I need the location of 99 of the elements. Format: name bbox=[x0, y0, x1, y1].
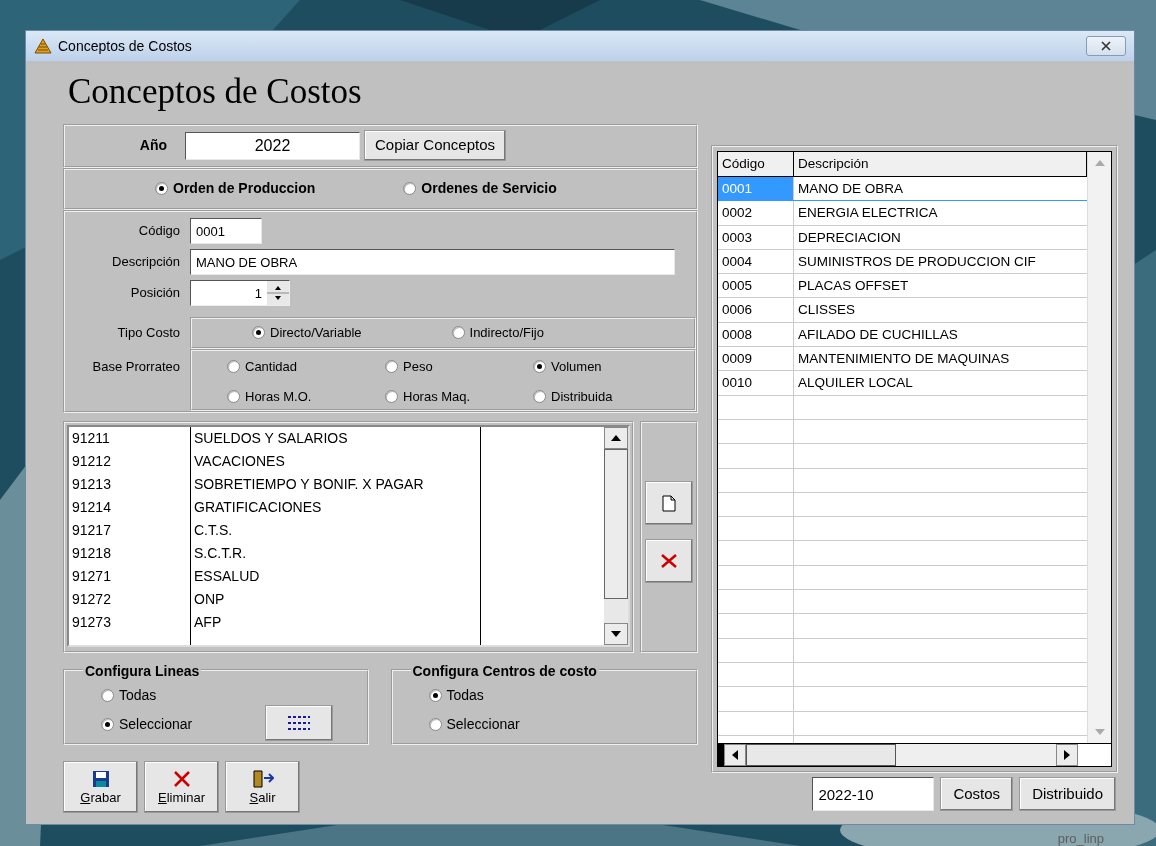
account-code: 91271 bbox=[71, 566, 112, 586]
right-arrow-icon bbox=[1064, 750, 1070, 760]
account-code: 91272 bbox=[71, 589, 112, 609]
radio-label[interactable]: Distribuida bbox=[551, 386, 613, 407]
table-row[interactable]: 0003 DEPRECIACION bbox=[718, 225, 1087, 250]
field-label: Posición bbox=[129, 284, 181, 303]
radio-button[interactable] bbox=[385, 390, 398, 403]
period-field[interactable]: 2022-10 bbox=[812, 777, 935, 811]
table-row[interactable]: 0008 AFILADO DE CUCHILLAS bbox=[718, 322, 1087, 348]
radio-button[interactable] bbox=[252, 326, 265, 339]
radio-button[interactable] bbox=[155, 182, 168, 195]
window-title: Conceptos de Costos bbox=[58, 36, 192, 56]
year-field[interactable]: 2022 bbox=[185, 131, 360, 160]
table-row[interactable]: 0004 SUMINISTROS DE PRODUCCION CIF bbox=[718, 249, 1087, 275]
table-row[interactable]: 0002 ENERGIA ELECTRICA bbox=[718, 201, 1087, 226]
account-name: ESSALUD bbox=[193, 566, 261, 586]
account-code: 91212 bbox=[71, 451, 112, 471]
account-code: 91211 bbox=[71, 428, 111, 448]
delete-icon bbox=[660, 553, 678, 570]
radio-button[interactable] bbox=[403, 182, 417, 195]
action-button[interactable]: Eliminar bbox=[144, 760, 219, 813]
radio-label[interactable]: Volumen bbox=[551, 356, 602, 377]
close-icon bbox=[1101, 41, 1111, 51]
account-name: SOBRETIEMPO Y BONIF. X PAGAR bbox=[193, 474, 425, 494]
action-button[interactable]: Distribuido bbox=[1019, 777, 1116, 811]
scroll-up-button[interactable] bbox=[604, 426, 628, 449]
radio-label[interactable]: Todas bbox=[446, 684, 484, 706]
document-icon bbox=[662, 494, 676, 512]
account-name: ONP bbox=[193, 589, 226, 609]
radio-button[interactable] bbox=[227, 390, 240, 403]
delete-line-button[interactable] bbox=[645, 538, 693, 583]
scroll-down-button[interactable] bbox=[604, 622, 628, 645]
table-row[interactable]: 0005 PLACAS OFFSET bbox=[718, 274, 1087, 299]
table-row[interactable]: 0006 CLISSES bbox=[718, 298, 1087, 323]
scroll-left-button[interactable] bbox=[724, 744, 746, 766]
radio-button[interactable] bbox=[451, 326, 465, 339]
action-button[interactable]: Grabar bbox=[63, 760, 138, 813]
year-label: Año bbox=[138, 136, 168, 155]
radio-button[interactable] bbox=[227, 360, 240, 373]
form-heading: Conceptos de Costos bbox=[68, 73, 363, 112]
radio-button[interactable] bbox=[385, 360, 398, 373]
radio-label[interactable]: Orden de Produccion bbox=[173, 178, 316, 199]
radio-button[interactable] bbox=[533, 360, 546, 373]
account-name: GRATIFICACIONES bbox=[193, 497, 323, 517]
scrollbar-thumb[interactable] bbox=[604, 448, 628, 599]
field-label: Base Prorrateo bbox=[91, 357, 181, 376]
account-code: 91214 bbox=[71, 497, 112, 517]
list-icon bbox=[287, 714, 311, 733]
field-label: Tipo Costo bbox=[116, 323, 181, 342]
account-code: 91273 bbox=[71, 612, 112, 632]
radio-label[interactable]: Ordenes de Servicio bbox=[421, 178, 557, 199]
spinner-arrows-icon bbox=[267, 281, 289, 305]
radio-label[interactable]: Seleccionar bbox=[446, 713, 520, 735]
radio-button[interactable] bbox=[428, 717, 442, 731]
account-name: VACACIONES bbox=[193, 451, 286, 471]
up-arrow-icon bbox=[1094, 160, 1105, 166]
radio-button[interactable] bbox=[101, 688, 114, 702]
table-row[interactable]: 0001 MANO DE OBRA bbox=[718, 177, 1087, 202]
radio-label[interactable]: Directo/Variable bbox=[270, 322, 362, 343]
radio-label[interactable]: Horas M.O. bbox=[245, 386, 312, 407]
account-code: 91218 bbox=[71, 543, 112, 563]
form-code-label: pro_linp bbox=[1057, 831, 1104, 846]
radio-button[interactable] bbox=[533, 390, 546, 403]
account-name: S.C.T.R. bbox=[193, 543, 248, 563]
radio-label[interactable]: Peso bbox=[403, 356, 433, 377]
radio-button[interactable] bbox=[101, 717, 114, 731]
copy-button[interactable]: Copiar Conceptos bbox=[364, 130, 507, 161]
up-arrow-icon bbox=[611, 434, 621, 441]
radio-label[interactable]: Seleccionar bbox=[119, 713, 193, 735]
action-button[interactable]: Costos bbox=[940, 777, 1014, 811]
new-button[interactable] bbox=[645, 480, 693, 525]
radio-label[interactable]: Indirecto/Fijo bbox=[469, 322, 544, 343]
account-name: AFP bbox=[193, 612, 223, 632]
table-row[interactable]: 0010 ALQUILER LOCAL bbox=[718, 371, 1087, 396]
exit-door-icon bbox=[251, 770, 274, 788]
account-code: 91213 bbox=[71, 474, 112, 494]
list-button[interactable] bbox=[265, 704, 333, 741]
action-button[interactable]: Salir bbox=[225, 760, 300, 813]
table-row[interactable]: 0009 MANTENIMIENTO DE MAQUINAS bbox=[718, 347, 1087, 372]
down-arrow-icon bbox=[611, 630, 621, 637]
radio-label[interactable]: Todas bbox=[119, 684, 157, 706]
left-arrow-icon bbox=[732, 750, 738, 760]
delete-icon bbox=[172, 770, 191, 788]
account-name: C.T.S. bbox=[193, 520, 234, 540]
down-arrow-icon bbox=[1094, 729, 1105, 735]
close-button[interactable] bbox=[1086, 36, 1126, 56]
radio-label[interactable]: Cantidad bbox=[245, 356, 298, 377]
position-spinner[interactable]: 1 bbox=[190, 280, 290, 306]
account-code: 91217 bbox=[71, 520, 112, 540]
field-label: Descripción bbox=[111, 253, 181, 272]
description-field[interactable]: MANO DE OBRA bbox=[190, 249, 675, 275]
code-field[interactable]: 0001 bbox=[190, 218, 262, 244]
field-label: Código bbox=[137, 222, 181, 241]
account-name: SUELDOS Y SALARIOS bbox=[193, 428, 349, 448]
scroll-right-button[interactable] bbox=[1056, 744, 1078, 766]
app-icon bbox=[34, 38, 52, 54]
scrollbar-thumb[interactable] bbox=[746, 744, 896, 766]
radio-label[interactable]: Horas Maq. bbox=[403, 386, 471, 407]
column-header[interactable]: Código bbox=[718, 152, 794, 176]
